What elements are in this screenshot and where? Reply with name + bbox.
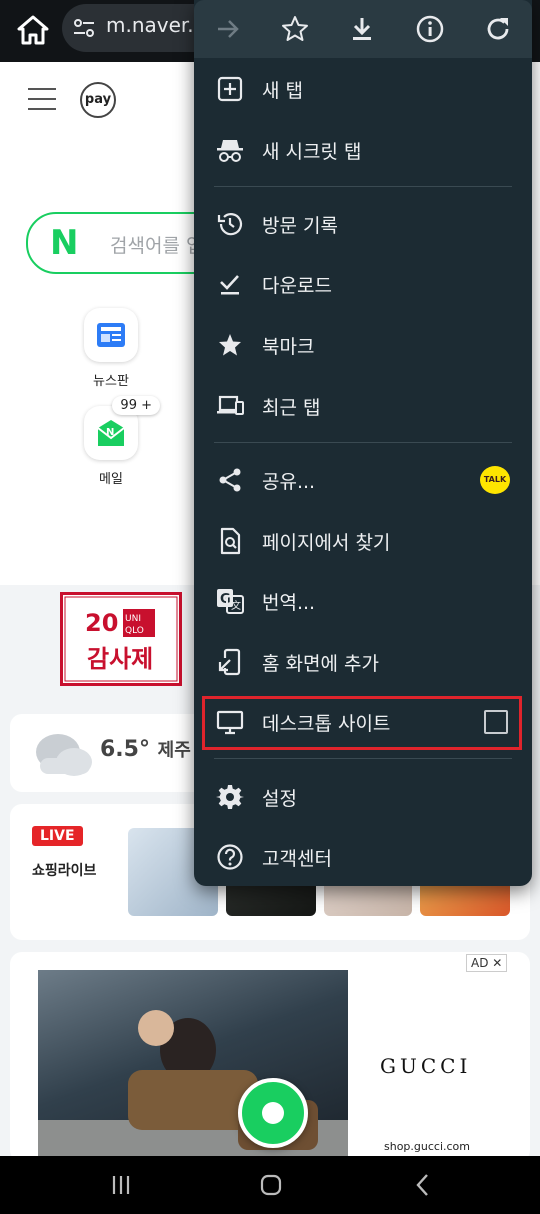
info-icon[interactable] (414, 13, 446, 45)
menu-item-label: 설정 (262, 788, 297, 810)
menu-item-help[interactable]: 고객센터 (194, 827, 532, 887)
menu-item-translate[interactable]: G文 번역... (194, 571, 532, 631)
menu-item-downloads[interactable]: 다운로드 (194, 254, 532, 314)
menu-item-recent-tabs[interactable]: 최근 탭 (194, 376, 532, 436)
menu-item-label: 최근 탭 (262, 397, 321, 419)
history-icon (216, 210, 244, 238)
recent-apps-icon[interactable] (106, 1170, 136, 1200)
refresh-icon[interactable] (482, 13, 514, 45)
menu-item-label: 번역... (262, 592, 316, 614)
shortcut-label: 메일 (99, 472, 123, 487)
hamburger-menu-icon[interactable] (28, 88, 56, 112)
menu-item-label: 새 시크릿 탭 (262, 141, 362, 163)
newspaper-icon (84, 308, 138, 362)
menu-item-label: 홈 화면에 추가 (262, 653, 379, 675)
menu-item-history[interactable]: 방문 기록 (194, 194, 532, 254)
kakaotalk-share-icon[interactable]: TALK (480, 466, 510, 494)
star-icon (216, 331, 244, 359)
incognito-icon (216, 136, 244, 164)
menu-item-settings[interactable]: 설정 (194, 767, 532, 827)
menu-item-add-to-home-screen[interactable]: 홈 화면에 추가 (194, 632, 532, 692)
menu-item-label: 방문 기록 (262, 215, 338, 237)
search-placeholder: 검색어를 입 (110, 235, 204, 257)
menu-item-label: 데스크톱 사이트 (262, 713, 391, 735)
menu-item-find-in-page[interactable]: 페이지에서 찾기 (194, 511, 532, 571)
live-badge: LIVE (32, 826, 83, 846)
help-icon (216, 843, 244, 871)
system-home-icon[interactable] (256, 1170, 286, 1200)
naver-logo-icon: N (50, 223, 79, 263)
menu-divider (214, 186, 512, 187)
svg-text:UNI: UNI (125, 614, 141, 624)
weather-temperature: 6.5° 제주 (100, 736, 191, 762)
menu-divider (214, 442, 512, 443)
svg-text:G: G (220, 592, 231, 607)
menu-divider (214, 758, 512, 759)
weather-location: 제주 (157, 740, 191, 761)
menu-item-label: 북마크 (262, 336, 315, 358)
uniqlo-banner[interactable]: 20 UNI QLO 감사제 (60, 592, 182, 686)
menu-toolbar (194, 0, 532, 58)
translate-icon: G文 (216, 587, 244, 615)
ad-close-button[interactable]: AD ✕ (466, 954, 508, 972)
naver-green-dot-button[interactable] (238, 1078, 308, 1148)
ad-brand: GUCCI (380, 1054, 472, 1078)
menu-item-share[interactable]: 공유... TALK (194, 450, 532, 510)
monitor-icon (216, 708, 244, 736)
downloads-check-icon (216, 270, 244, 298)
naver-pay-button[interactable]: pay (80, 82, 116, 118)
shopping-live-label: 쇼핑라이브 (32, 863, 97, 879)
desktop-site-checkbox[interactable] (484, 710, 508, 734)
site-settings-icon[interactable] (72, 16, 96, 40)
shortcut-label: 뉴스판 (93, 374, 129, 389)
url-text[interactable]: m.naver.c (106, 13, 194, 37)
browser-overflow-menu: 새 탭 새 시크릿 탭 방문 기록 다운로드 북마크 최근 탭 공유... TA… (194, 0, 532, 886)
menu-item-label: 새 탭 (262, 80, 303, 102)
menu-item-label: 고객센터 (262, 848, 332, 870)
mail-count-badge: 99 + (112, 396, 160, 415)
system-navigation-bar (0, 1156, 540, 1214)
menu-item-label: 공유... (262, 471, 316, 493)
share-icon (216, 466, 244, 494)
uniqlo-anniversary-number: 20 (85, 609, 118, 637)
gear-icon (216, 783, 244, 811)
temperature-value: 6.5° (100, 737, 150, 762)
shortcut-mail[interactable]: N 99 + 메일 (76, 396, 160, 487)
menu-item-bookmarks[interactable]: 북마크 (194, 315, 532, 375)
menu-item-new-tab[interactable]: 새 탭 (194, 59, 532, 119)
new-tab-icon (216, 75, 244, 103)
svg-text:文: 文 (231, 599, 241, 612)
cloud-icon (30, 726, 96, 780)
devices-icon (216, 392, 244, 420)
add-to-home-screen-icon (216, 648, 244, 676)
find-in-page-icon (216, 527, 244, 555)
menu-item-desktop-site[interactable]: 데스크톱 사이트 (194, 692, 532, 752)
ad-url[interactable]: shop.gucci.com (384, 1140, 470, 1153)
mail-icon: N 99 + (84, 396, 160, 460)
menu-item-label: 다운로드 (262, 275, 332, 297)
bookmark-star-icon[interactable] (279, 13, 311, 45)
shortcut-news[interactable]: 뉴스판 (76, 308, 146, 389)
svg-text:N: N (106, 427, 114, 438)
back-icon[interactable] (408, 1170, 438, 1200)
forward-icon[interactable] (212, 13, 244, 45)
download-icon[interactable] (346, 13, 378, 45)
menu-item-label: 페이지에서 찾기 (262, 532, 391, 554)
uniqlo-sale-title: 감사제 (87, 645, 153, 673)
menu-item-new-incognito-tab[interactable]: 새 시크릿 탭 (194, 120, 532, 180)
svg-text:QLO: QLO (125, 626, 144, 636)
home-icon[interactable] (14, 12, 52, 48)
